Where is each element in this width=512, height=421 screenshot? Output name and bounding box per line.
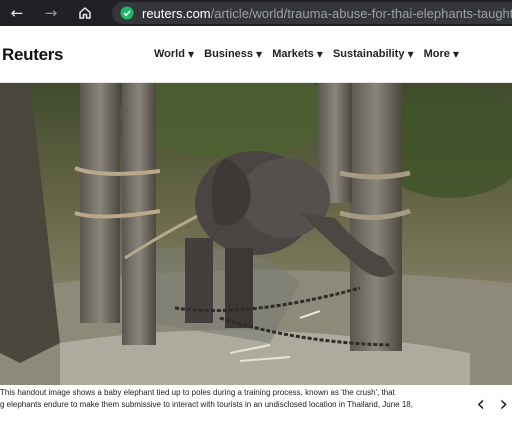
nav-item-business[interactable]: Business ▼ [204,48,262,60]
caption-line: This handout image shows a baby elephant… [0,388,395,397]
browser-toolbar: ← → reuters.com/article/world/trauma-abu… [0,0,512,26]
chevron-down-icon: ▼ [187,49,195,59]
nav-item-markets[interactable]: Markets ▼ [272,48,323,60]
shield-check-icon [118,4,136,22]
url-path: /article/world/trauma-abuse-for-thai-ele… [210,5,512,21]
image-caption: This handout image shows a baby elephant… [0,387,450,421]
back-button[interactable]: ← [0,0,34,26]
arrow-right-icon: → [44,4,58,22]
address-bar[interactable]: reuters.com/article/world/trauma-abuse-f… [112,2,512,24]
main-nav: World ▼ Business ▼ Markets ▼ Sustainabil… [154,48,459,60]
nav-item-label: Business [204,48,254,60]
nav-item-world[interactable]: World ▼ [154,48,194,60]
nav-item-sustainability[interactable]: Sustainability ▼ [333,48,414,60]
url-host: reuters.com [142,5,211,21]
chevron-right-icon[interactable]: › [499,392,508,417]
article-image[interactable] [0,83,512,385]
site-header: Reuters World ▼ Business ▼ Markets ▼ Sus… [0,26,512,83]
chevron-down-icon: ▼ [256,49,263,59]
home-button[interactable] [68,0,102,26]
nav-item-more[interactable]: More ▼ [424,48,459,60]
home-icon [79,7,91,19]
nav-item-label: More [423,48,450,60]
nav-item-label: World [154,48,185,60]
gallery-controls: ‹ › [476,392,508,417]
forward-button[interactable]: → [34,0,68,26]
chevron-down-icon: ▼ [407,49,414,59]
chevron-down-icon: ▼ [316,49,323,59]
nav-item-label: Sustainability [332,48,405,60]
caption-line: g elephants endure to make them submissi… [0,400,413,409]
reuters-logo[interactable]: Reuters [2,45,64,65]
arrow-left-icon: ← [10,4,24,22]
url-text: reuters.com/article/world/trauma-abuse-f… [142,6,512,21]
chevron-down-icon: ▼ [452,49,460,59]
nav-item-label: Markets [272,48,314,60]
chevron-left-icon[interactable]: ‹ [476,392,485,417]
